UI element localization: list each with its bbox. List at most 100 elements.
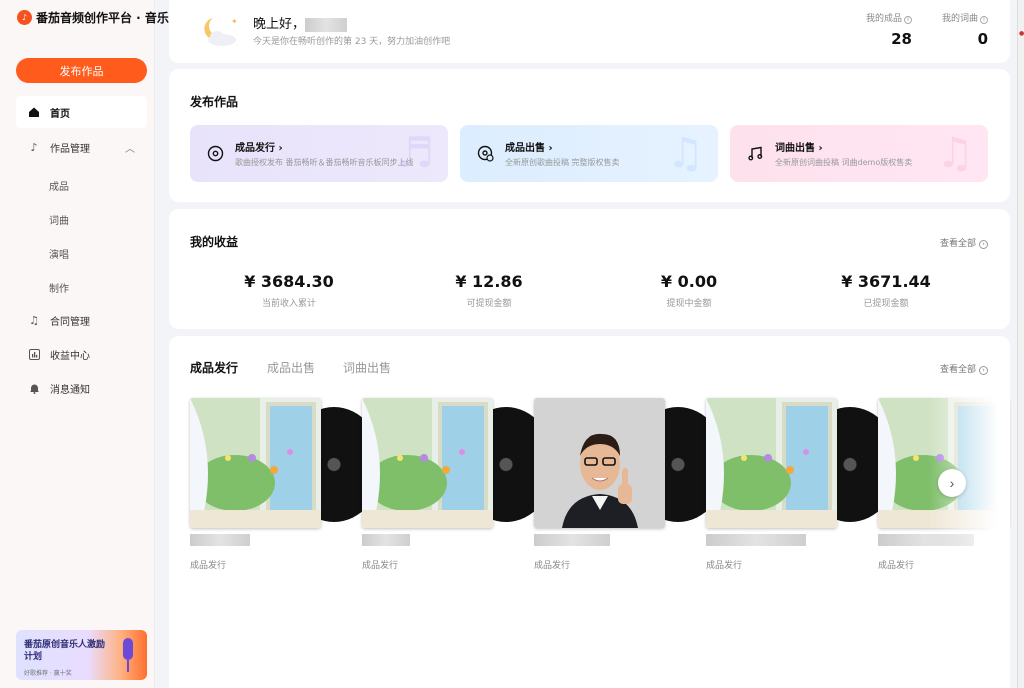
works-card: 成品发行 成品出售 词曲出售 查看全部 › 成品发行 成品发行 成品发行 成品发…: [169, 336, 1010, 688]
banner-subtitle: 好歌推荐 · 赢十奖: [24, 670, 72, 677]
carousel-next-button[interactable]: ›: [938, 469, 966, 497]
greeting-title: 晚上好，: [253, 13, 348, 32]
income-withdrawn: ¥ 3671.44 已提现金额: [786, 272, 986, 309]
stat-finished-works[interactable]: 我的成品 i 28: [866, 11, 912, 48]
publish-option-desc: 全新原创歌曲投稿 完整版权售卖: [505, 158, 620, 167]
income-value: ¥ 3671.44: [841, 272, 931, 291]
sidebar-subitem-lyrics[interactable]: 词曲: [49, 212, 69, 227]
publish-option-title: 成品发行 ›: [235, 143, 283, 154]
album-type: 成品发行: [190, 561, 227, 571]
chevron-up-icon: ︿: [125, 143, 135, 155]
music-notes-icon: ♫: [29, 313, 39, 327]
music-note-deco-icon: ♫: [936, 128, 974, 177]
income-value: ¥ 3684.30: [244, 272, 334, 291]
disc-icon: [207, 145, 224, 162]
publish-work-button[interactable]: 发布作品: [16, 58, 147, 83]
info-icon[interactable]: i: [980, 16, 988, 24]
section-title-publish: 发布作品: [190, 95, 239, 109]
income-value: ¥ 0.00: [660, 272, 718, 291]
sidebar-item-label: 收益中心: [50, 350, 90, 362]
sidebar-item-contracts[interactable]: ♫ 合同管理: [16, 304, 147, 336]
stat-label: 我的成品: [865, 14, 902, 24]
album-name-blurred: [534, 534, 610, 546]
sidebar-item-works[interactable]: ♪ 作品管理 ︿: [16, 131, 147, 163]
edge-mark: ●: [1019, 30, 1024, 37]
publish-option-lyrics-sale[interactable]: 词曲出售 › 全新原创词曲投稿 词曲demo版权售卖 ♫: [730, 125, 988, 182]
sidebar-item-income[interactable]: 收益中心: [16, 338, 147, 370]
music-note-deco-icon: ♫: [666, 128, 704, 177]
publish-option-sale[interactable]: 成品出售 › 全新原创歌曲投稿 完整版权售卖 ♫: [460, 125, 718, 182]
income-label: 已提现金额: [863, 299, 909, 309]
greeting-subtitle: 今天是你在畅听创作的第 23 天，努力加油创作吧: [253, 37, 451, 47]
adjacent-window-edge: ●: [1017, 0, 1024, 688]
publish-option-title: 成品出售 ›: [505, 143, 553, 154]
income-value: ¥ 12.86: [455, 272, 523, 291]
section-title-income: 我的收益: [190, 235, 239, 249]
publish-card: 发布作品 成品发行 › 歌曲授权发布 番茄畅听＆番茄畅听音乐板同步上线 ♬ 成品…: [169, 69, 1010, 202]
stat-value: 0: [977, 30, 988, 48]
album-cover: [362, 398, 493, 528]
sidebar-subitem-production[interactable]: 制作: [49, 280, 69, 295]
income-card: 我的收益 查看全部 › ¥ 3684.30 当前收入累计 ¥ 12.86 可提现金…: [169, 209, 1010, 329]
moon-cloud-icon: ✦: [195, 14, 241, 48]
album-type: 成品发行: [534, 561, 571, 571]
income-label: 当前收入累计: [261, 299, 316, 309]
album-type: 成品发行: [362, 561, 399, 571]
publish-option-release[interactable]: 成品发行 › 歌曲授权发布 番茄畅听＆番茄畅听音乐板同步上线 ♬: [190, 125, 448, 182]
sidebar-item-label: 合同管理: [50, 316, 90, 328]
sidebar-item-label: 首页: [50, 108, 70, 120]
sidebar-item-label: 作品管理: [50, 143, 90, 155]
music-note-icon: ♪: [30, 140, 38, 154]
publish-option-desc: 歌曲授权发布 番茄畅听＆番茄畅听音乐板同步上线: [235, 158, 414, 167]
album-type: 成品发行: [878, 561, 915, 571]
microphone-stand: [127, 660, 129, 672]
username-blurred: [305, 17, 348, 32]
album-cover: [534, 398, 665, 528]
album-cover: [706, 398, 837, 528]
bell-icon: [28, 382, 40, 394]
incentive-banner[interactable]: 番茄原创音乐人激励计划 好歌推荐 · 赢十奖: [16, 630, 147, 680]
disc-refresh-icon: [477, 145, 494, 162]
sidebar: ♪ 番茄音频创作平台 · 音乐 发布作品 首页 ♪ 作品管理 ︿ 成品 词曲 演…: [0, 0, 169, 688]
income-withdrawable: ¥ 12.86 可提现金额: [389, 272, 589, 309]
svg-text:✦: ✦: [231, 17, 238, 26]
stat-value: 28: [891, 30, 912, 48]
bar-chart-icon: [28, 348, 40, 360]
sidebar-subitem-finished[interactable]: 成品: [49, 178, 69, 193]
album-name-blurred: [706, 534, 806, 546]
stat-label: 我的词曲: [941, 14, 978, 24]
tab-release[interactable]: 成品发行: [190, 359, 238, 376]
album-cover: [190, 398, 321, 528]
album-type: 成品发行: [706, 561, 743, 571]
stat-lyrics-works[interactable]: 我的词曲 i 0: [942, 11, 988, 48]
sidebar-item-label: 消息通知: [50, 384, 90, 396]
logo[interactable]: ♪ 番茄音频创作平台 · 音乐: [17, 9, 169, 26]
sidebar-item-notifications[interactable]: 消息通知: [16, 372, 147, 404]
publish-option-title: 词曲出售 ›: [775, 143, 823, 154]
music-sheet-deco-icon: ♬: [396, 128, 434, 177]
tab-sale[interactable]: 成品出售: [267, 359, 315, 376]
chevron-right-icon: ›: [979, 366, 988, 375]
banner-title: 番茄原创音乐人激励计划: [24, 640, 106, 662]
sidebar-subitem-singing[interactable]: 演唱: [49, 246, 69, 261]
income-view-all-link[interactable]: 查看全部 ›: [940, 236, 988, 249]
microphone-icon: [123, 638, 133, 660]
greeting-card: ✦ 晚上好， 今天是你在畅听创作的第 23 天，努力加油创作吧 我的成品 i 28…: [169, 0, 1010, 63]
info-icon[interactable]: i: [904, 16, 912, 24]
works-view-all-link[interactable]: 查看全部 ›: [940, 362, 988, 375]
logo-text: 番茄音频创作平台 · 音乐: [36, 11, 169, 25]
income-label: 可提现金额: [466, 299, 512, 309]
chevron-right-icon: ›: [979, 240, 988, 249]
income-label: 提现中金额: [666, 299, 712, 309]
chevron-right-icon: ›: [949, 475, 955, 491]
income-total: ¥ 3684.30 当前收入累计: [189, 272, 389, 309]
sidebar-item-home[interactable]: 首页: [16, 96, 147, 128]
home-icon: [28, 106, 40, 118]
income-withdrawing: ¥ 0.00 提现中金额: [589, 272, 789, 309]
logo-icon: ♪: [17, 10, 32, 25]
album-name-blurred: [190, 534, 250, 546]
music-note-icon: [748, 146, 763, 161]
tab-lyrics-sale[interactable]: 词曲出售: [343, 359, 391, 376]
publish-option-desc: 全新原创词曲投稿 词曲demo版权售卖: [775, 158, 913, 167]
album-name-blurred: [362, 534, 410, 546]
